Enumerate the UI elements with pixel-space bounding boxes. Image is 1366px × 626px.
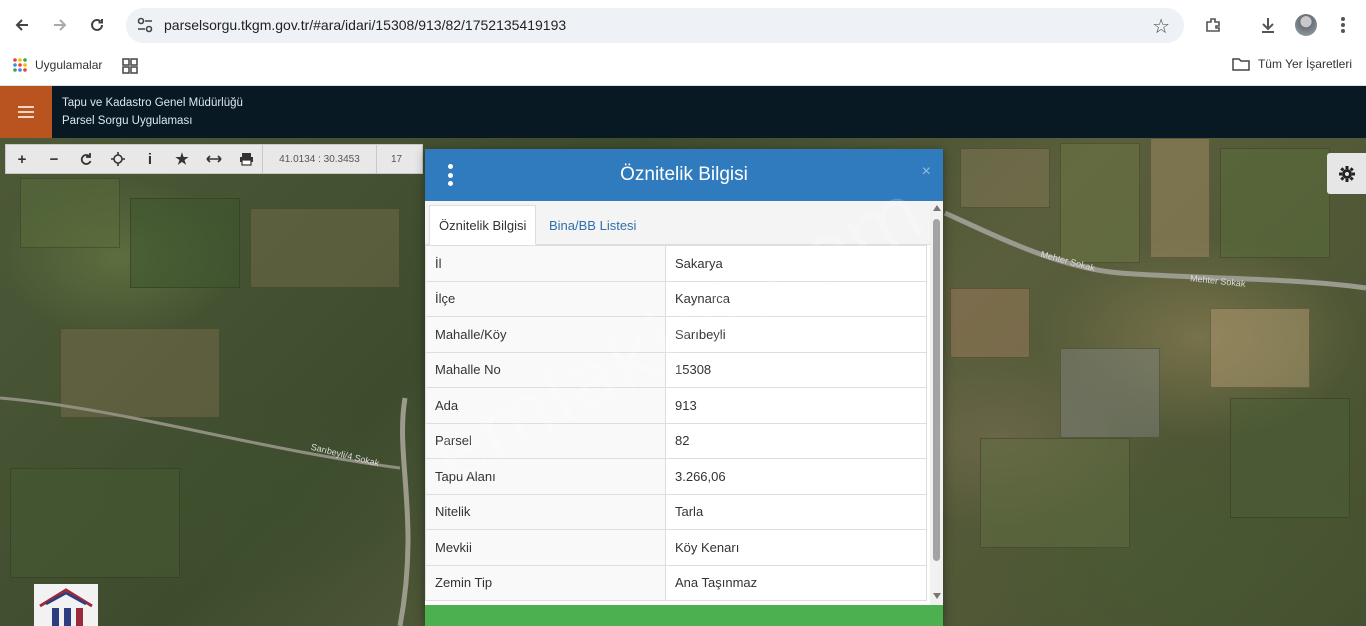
tkgm-logo <box>34 584 98 626</box>
attribute-key: Mahalle No <box>425 351 666 388</box>
browser-toolbar: parselsorgu.tkgm.gov.tr/#ara/idari/15308… <box>0 0 1366 50</box>
dialog-tabs: Öznitelik Bilgisi Bina/BB Listesi <box>425 201 930 245</box>
attribute-value: 3.266,06 <box>665 458 927 495</box>
table-row: Tapu Alanı 3.266,06 <box>425 458 927 495</box>
scroll-up-icon[interactable] <box>933 205 941 211</box>
map-toolbar: + − i ★ 41.0134 : 30.3453 17 <box>5 144 423 174</box>
close-icon[interactable]: × <box>922 163 931 181</box>
all-bookmarks-label: Tüm Yer İşaretleri <box>1257 57 1352 71</box>
zoom-out-button[interactable]: − <box>38 144 70 174</box>
hamburger-menu-button[interactable] <box>0 86 52 138</box>
zoom-in-button[interactable]: + <box>6 144 38 174</box>
attribute-key: İlçe <box>425 280 666 317</box>
apps-label: Uygulamalar <box>35 58 103 72</box>
folder-icon <box>1232 58 1250 71</box>
attribute-value: Kaynarca <box>665 280 927 317</box>
scroll-thumb[interactable] <box>933 219 940 561</box>
dialog-scrollbar[interactable] <box>930 201 943 605</box>
attribute-value: Köy Kenarı <box>665 529 927 566</box>
table-row: Mahalle/Köy Sarıbeyli <box>425 316 927 353</box>
attribute-value: 913 <box>665 387 927 424</box>
attribute-key: Ada <box>425 387 666 424</box>
table-row: Zemin Tip Ana Taşınmaz <box>425 564 927 601</box>
attribute-value: Ana Taşınmaz <box>665 564 927 601</box>
reload-icon[interactable] <box>84 12 110 38</box>
locate-icon[interactable] <box>102 144 134 174</box>
app-header: Tapu ve Kadastro Genel Müdürlüğü Parsel … <box>0 86 1366 138</box>
tab-building-list[interactable]: Bina/BB Listesi <box>540 205 645 245</box>
attribute-value: Sakarya <box>665 245 927 282</box>
attribute-key: Tapu Alanı <box>425 458 666 495</box>
extensions-icon[interactable] <box>1200 12 1226 38</box>
coordinate-readout: 41.0134 : 30.3453 <box>262 144 376 174</box>
bookmarks-bar: Uygulamalar Tüm Yer İşaretleri <box>0 50 1366 86</box>
site-settings-icon[interactable] <box>136 17 154 33</box>
dialog-header: Öznitelik Bilgisi × <box>425 149 943 201</box>
refresh-icon[interactable] <box>70 144 102 174</box>
table-row: Nitelik Tarla <box>425 493 927 530</box>
attribute-key: Parsel <box>425 422 666 459</box>
gear-icon <box>1338 165 1355 182</box>
attribute-key: Mahalle/Köy <box>425 316 666 353</box>
attribute-key: Nitelik <box>425 493 666 530</box>
download-icon[interactable] <box>1255 12 1281 38</box>
tab-attribute-info[interactable]: Öznitelik Bilgisi <box>429 205 537 245</box>
table-row: Ada 913 <box>425 387 927 424</box>
address-bar[interactable]: parselsorgu.tkgm.gov.tr/#ara/idari/15308… <box>126 8 1184 43</box>
app-name: Parsel Sorgu Uygulaması <box>62 115 193 127</box>
tab-groups-icon[interactable] <box>122 58 138 79</box>
attribute-value: 82 <box>665 422 927 459</box>
attribute-value: Tarla <box>665 493 927 530</box>
bookmark-apps[interactable]: Uygulamalar <box>12 57 102 73</box>
zoom-level: 17 <box>376 144 416 174</box>
attribute-key: İl <box>425 245 666 282</box>
apps-grid-icon <box>13 58 27 72</box>
print-icon[interactable] <box>230 144 262 174</box>
menu-kebab-icon[interactable] <box>1330 12 1356 38</box>
dialog-footer-button[interactable] <box>425 605 943 626</box>
back-icon[interactable] <box>9 12 35 38</box>
attribute-value: 15308 <box>665 351 927 388</box>
dialog-title: Öznitelik Bilgisi <box>620 164 748 185</box>
table-row: Mahalle No 15308 <box>425 351 927 388</box>
attribute-info-dialog: Öznitelik Bilgisi × Öznitelik Bilgisi Bi… <box>425 149 943 626</box>
hamburger-icon <box>18 106 34 118</box>
table-row: İlçe Kaynarca <box>425 280 927 317</box>
profile-avatar[interactable] <box>1293 12 1319 38</box>
app-title: Tapu ve Kadastro Genel Müdürlüğü Parsel … <box>62 94 243 130</box>
bookmark-star-icon[interactable]: ☆ <box>1152 14 1170 39</box>
forward-icon[interactable] <box>47 12 73 38</box>
favorite-star-icon[interactable]: ★ <box>166 144 198 174</box>
org-name: Tapu ve Kadastro Genel Müdürlüğü <box>62 97 243 109</box>
attribute-value: Sarıbeyli <box>665 316 927 353</box>
url-text[interactable]: parselsorgu.tkgm.gov.tr/#ara/idari/15308… <box>164 17 566 33</box>
all-bookmarks[interactable]: Tüm Yer İşaretleri <box>1232 57 1352 71</box>
attribute-key: Mevkii <box>425 529 666 566</box>
scroll-down-icon[interactable] <box>933 593 941 599</box>
attribute-table: İl Sakarya İlçe Kaynarca Mahalle/Köy Sarıbe… <box>425 245 927 601</box>
attribute-key: Zemin Tip <box>425 564 666 601</box>
table-row: Parsel 82 <box>425 422 927 459</box>
info-icon[interactable]: i <box>134 144 166 174</box>
table-row: İl Sakarya <box>425 245 927 282</box>
measure-icon[interactable] <box>198 144 230 174</box>
settings-button[interactable] <box>1327 153 1366 194</box>
table-row: Mevkii Köy Kenarı <box>425 529 927 566</box>
